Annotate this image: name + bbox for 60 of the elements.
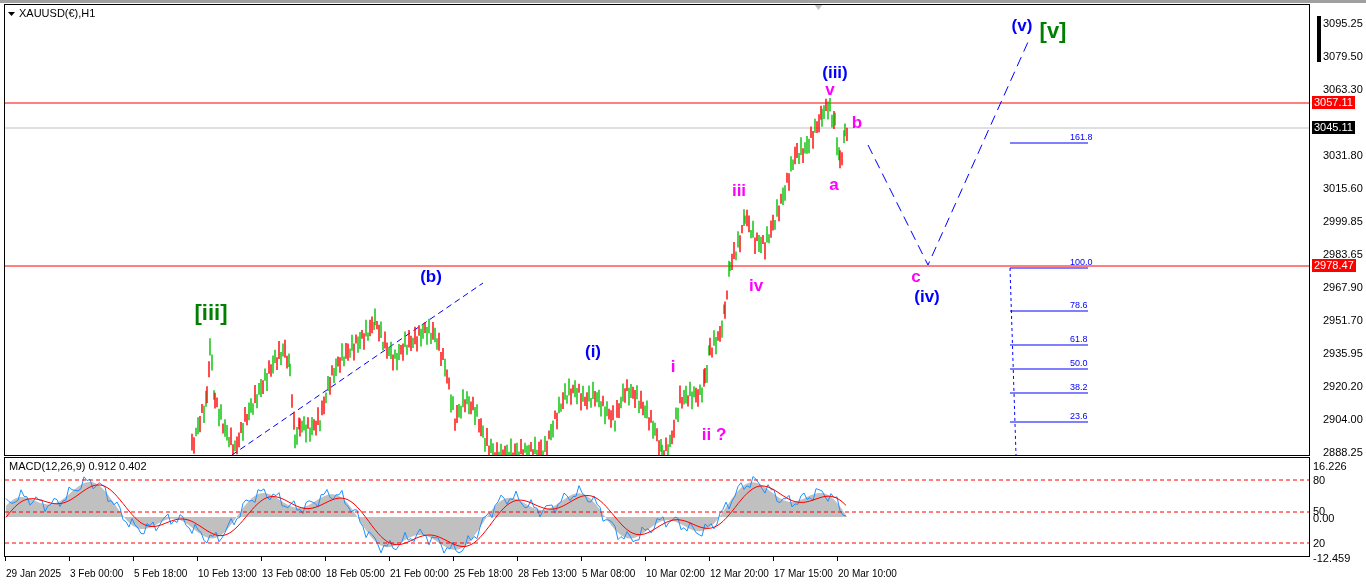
- fibonacci-level-label: 161.8: [1070, 132, 1093, 142]
- time-axis-label: 17 Mar 15:00: [774, 568, 833, 580]
- time-axis-label: 25 Feb 18:00: [454, 568, 513, 580]
- price-scale-bar: [1317, 16, 1321, 62]
- time-axis-label: 10 Feb 13:00: [198, 568, 257, 580]
- price-axis-label: 3079.50: [1323, 50, 1363, 63]
- macd-axis-label: 20: [1313, 537, 1326, 549]
- macd-axis-label: 16.226: [1313, 460, 1347, 472]
- price-axis-label: 2951.70: [1323, 314, 1363, 327]
- time-axis-label: 10 Mar 02:00: [646, 568, 705, 580]
- wave-label: [v]: [1039, 19, 1067, 43]
- price-axis-label: 3031.80: [1323, 149, 1363, 162]
- macd-title: MACD(12,26,9) 0.912 0.402: [9, 460, 147, 473]
- time-axis-label: 20 Mar 10:00: [838, 568, 897, 580]
- price-tag: 2978.47: [1312, 259, 1356, 272]
- macd-axis-label: 80: [1313, 474, 1326, 486]
- wave-label: (v): [1011, 15, 1033, 35]
- price-tag: 3045.11: [1312, 121, 1355, 134]
- fibonacci-level-label: 100.0: [1070, 257, 1093, 267]
- price-axis-label: 2904.00: [1323, 413, 1363, 426]
- fibonacci-level-label: 23.6: [1070, 411, 1088, 421]
- fibonacci-level-label: 50.0: [1070, 358, 1088, 368]
- wave-label: (b): [420, 266, 442, 286]
- price-axis-label: 2920.20: [1323, 380, 1363, 393]
- wave-label: iv: [748, 275, 764, 295]
- wave-label: [iii]: [194, 301, 228, 325]
- price-axis-label: 2888.25: [1323, 446, 1363, 459]
- wave-label: b: [851, 112, 863, 132]
- wave-label: ii ?: [701, 424, 727, 444]
- fibonacci-level-label: 38.2: [1070, 382, 1088, 392]
- time-axis-label: 28 Feb 13:00: [518, 568, 577, 580]
- wave-label: (iii): [822, 62, 848, 82]
- macd-axis-label: -12.459: [1313, 552, 1351, 564]
- price-axis-label: 2983.65: [1323, 248, 1363, 261]
- price-axis-label: 3063.30: [1323, 83, 1363, 96]
- wave-label: iii: [731, 180, 747, 200]
- wave-label: a: [829, 174, 839, 194]
- fibonacci-level-label: 78.6: [1070, 300, 1088, 310]
- shift-marker-icon[interactable]: [814, 5, 823, 10]
- price-axis-label: 2967.90: [1323, 281, 1363, 294]
- price-axis-label: 3015.60: [1323, 182, 1363, 195]
- time-axis-label: 5 Feb 18:00: [134, 568, 188, 580]
- price-axis-label: 3095.25: [1323, 17, 1363, 30]
- time-axis-label: 18 Feb 05:00: [326, 568, 385, 580]
- price-axis-label: 2999.85: [1323, 215, 1363, 228]
- time-axis-label: 5 Mar 08:00: [582, 568, 636, 580]
- wave-label: (i): [585, 341, 601, 361]
- fibonacci-level-label: 61.8: [1070, 334, 1088, 344]
- dropdown-triangle-icon[interactable]: [8, 11, 15, 16]
- time-axis-label: 13 Feb 08:00: [262, 568, 321, 580]
- time-axis-label: 29 Jan 2025: [6, 568, 62, 580]
- price-axis-label: 2935.95: [1323, 347, 1363, 360]
- time-axis-label: 21 Feb 00:00: [390, 568, 449, 580]
- time-axis-label: 12 Mar 20:00: [710, 568, 769, 580]
- time-axis-label: 3 Feb 00:00: [70, 568, 124, 580]
- wave-label: i: [670, 356, 676, 376]
- chart-title: XAUUSD(€),H1: [19, 7, 96, 20]
- wave-label: c: [911, 266, 921, 286]
- wave-label: (iv): [914, 286, 940, 306]
- price-tag: 3057.11: [1312, 96, 1355, 109]
